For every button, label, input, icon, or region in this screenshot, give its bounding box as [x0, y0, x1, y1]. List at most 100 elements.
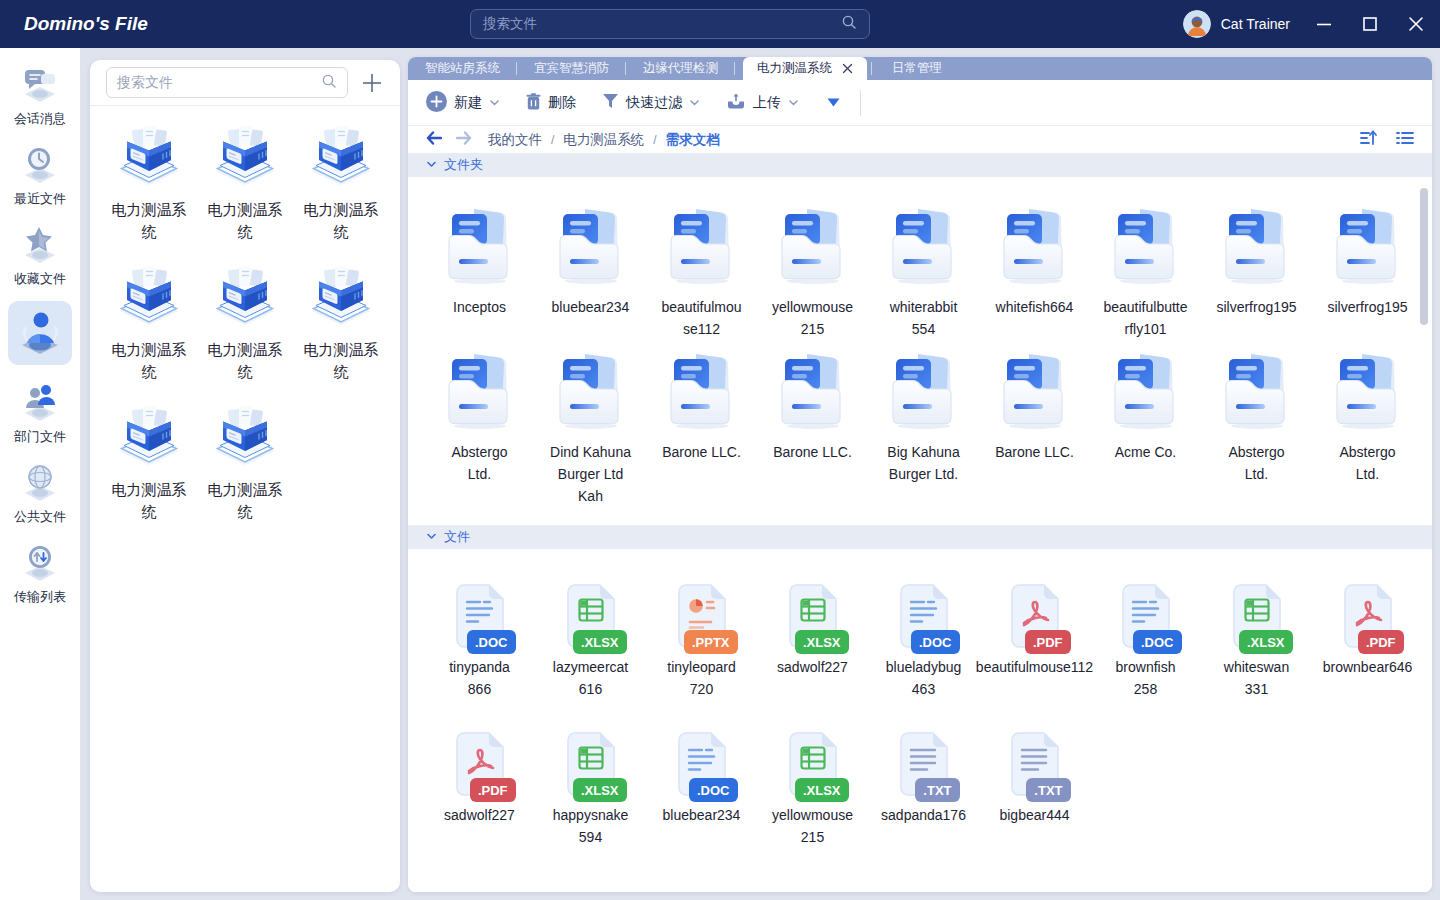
- add-button[interactable]: [360, 71, 384, 95]
- more-actions-caret[interactable]: [827, 98, 840, 107]
- file-icon: .TXT: [1008, 731, 1062, 797]
- file-name: sadpanda176: [881, 804, 966, 826]
- folder-item[interactable]: Barone LLC.: [979, 322, 1090, 525]
- forward-button[interactable]: [456, 131, 472, 149]
- tab[interactable]: 边缘代理检测: [626, 57, 735, 80]
- sidebar-item[interactable]: [0, 301, 80, 366]
- folders-section-header[interactable]: 文件夹: [408, 153, 1432, 177]
- sidebar-item[interactable]: 会话消息: [0, 61, 80, 128]
- back-button[interactable]: [426, 131, 442, 149]
- tab[interactable]: 电力测温系统: [743, 57, 867, 80]
- file-icon: .XLSX: [564, 731, 618, 797]
- folder-name: whitefish664: [996, 296, 1074, 318]
- quick-filter-button[interactable]: 快速过滤: [602, 93, 700, 112]
- tab-close-icon[interactable]: [842, 63, 853, 74]
- file-item[interactable]: .DOC blueladybug 463: [868, 549, 979, 697]
- panel-folder-item[interactable]: 电力测温系统: [197, 126, 293, 266]
- folder-item[interactable]: whiterabbit 554: [868, 177, 979, 322]
- folder-name: Dind Kahuna Burger Ltd Kah: [550, 441, 632, 507]
- filter-icon: [602, 93, 619, 112]
- folder-item[interactable]: beautifulmouse112: [646, 177, 757, 322]
- minimize-button[interactable]: [1316, 16, 1332, 32]
- folder-name: Abstergo Ltd.: [439, 441, 521, 485]
- panel-folder-item[interactable]: 电力测温系统: [101, 266, 197, 406]
- file-item[interactable]: .PPTX tinyleopard 720: [646, 549, 757, 697]
- sidebar-item-label: 部门文件: [14, 428, 66, 446]
- new-button[interactable]: 新建: [426, 91, 500, 115]
- folder-item[interactable]: Big Kahuna Burger Ltd.: [868, 322, 979, 525]
- file-item[interactable]: .DOC bluebear234: [646, 697, 757, 862]
- file-item[interactable]: .PDF beautifulmouse112: [979, 549, 1090, 697]
- folder-item[interactable]: whitefish664: [979, 177, 1090, 322]
- folder-item[interactable]: Barone LLC.: [757, 322, 868, 525]
- panel-folder-item[interactable]: 电力测温系统: [197, 266, 293, 406]
- file-icon: .PDF: [1008, 583, 1062, 649]
- panel-folder-name: 电力测温系统: [107, 339, 191, 383]
- tab[interactable]: 宜宾智慧消防: [517, 57, 626, 80]
- folder-item[interactable]: yellowmouse 215: [757, 177, 868, 322]
- folder-item[interactable]: Abstergo Ltd.: [1201, 322, 1312, 525]
- panel-search-input[interactable]: 搜索文件: [106, 67, 348, 98]
- app-title: Domino's File: [24, 13, 148, 35]
- panel-folder-item[interactable]: 电力测温系统: [293, 126, 389, 266]
- filebox-icon: [213, 126, 277, 190]
- folder-item[interactable]: silverfrog195: [1312, 177, 1423, 322]
- folder-item[interactable]: Abstergo Ltd.: [424, 322, 535, 525]
- sort-icon[interactable]: [1360, 130, 1378, 150]
- tab[interactable]: 智能站房系统: [408, 57, 517, 80]
- trash-icon: [526, 93, 541, 113]
- file-type-badge: .XLSX: [1239, 630, 1293, 654]
- folder-item[interactable]: Acme Co.: [1090, 322, 1201, 525]
- tab[interactable]: 日常管理: [875, 57, 959, 80]
- file-item[interactable]: .DOC tinypanda 866: [424, 549, 535, 697]
- list-view-icon[interactable]: [1396, 131, 1414, 149]
- sidebar-item[interactable]: 部门文件: [0, 379, 80, 446]
- scrollbar[interactable]: [1420, 188, 1428, 325]
- breadcrumb-item[interactable]: 我的文件: [488, 131, 542, 149]
- panel-folder-item[interactable]: 电力测温系统: [293, 266, 389, 406]
- file-item[interactable]: .XLSX whiteswan 331: [1201, 549, 1312, 697]
- panel-folder-item[interactable]: 电力测温系统: [101, 406, 197, 546]
- tab-label: 电力测温系统: [757, 60, 832, 77]
- tab-label: 日常管理: [892, 60, 942, 77]
- breadcrumb-item[interactable]: 电力测温系统: [563, 131, 644, 149]
- files-grid: .DOC tinypanda 866 .XLSX: [408, 549, 1432, 862]
- maximize-button[interactable]: [1362, 16, 1378, 32]
- titlebar: Domino's File 搜索文件 Cat Trainer: [0, 0, 1440, 48]
- files-section-header[interactable]: 文件: [408, 525, 1432, 549]
- delete-button[interactable]: 删除: [526, 93, 576, 113]
- user-block: Cat Trainer: [1183, 0, 1290, 48]
- folder-item[interactable]: silverfrog195: [1201, 177, 1312, 322]
- sidebar-item[interactable]: 公共文件: [0, 459, 80, 526]
- file-item[interactable]: .DOC brownfish 258: [1090, 549, 1201, 697]
- folder-item[interactable]: Barone LLC.: [646, 322, 757, 525]
- file-item[interactable]: .XLSX yellowmouse 215: [757, 697, 868, 862]
- sidebar-item[interactable]: 最近文件: [0, 141, 80, 208]
- upload-button[interactable]: 上传: [726, 92, 799, 113]
- file-item[interactable]: .TXT sadpanda176: [868, 697, 979, 862]
- folder-item[interactable]: Abstergo Ltd.: [1312, 322, 1423, 525]
- folder-item[interactable]: beautifulbutterfly101: [1090, 177, 1201, 322]
- panel-folder-item[interactable]: 电力测温系统: [101, 126, 197, 266]
- file-item[interactable]: .XLSX sadwolf227: [757, 549, 868, 697]
- folder-item[interactable]: Dind Kahuna Burger Ltd Kah: [535, 322, 646, 525]
- titlebar-search-input[interactable]: 搜索文件: [470, 9, 870, 39]
- avatar[interactable]: [1183, 10, 1211, 38]
- panel-folder-item[interactable]: 电力测温系统: [197, 406, 293, 546]
- file-type-badge: .DOC: [1133, 630, 1182, 654]
- folder-item[interactable]: bluebear234: [535, 177, 646, 322]
- file-item[interactable]: .PDF sadwolf227: [424, 697, 535, 862]
- sidebar-item[interactable]: 传输列表: [0, 539, 80, 606]
- file-browser-content: 文件夹 Inceptos: [408, 153, 1432, 892]
- file-icon: .PDF: [453, 731, 507, 797]
- file-icon: .XLSX: [1230, 583, 1284, 649]
- file-item[interactable]: .XLSX happysnake 594: [535, 697, 646, 862]
- breadcrumb-item[interactable]: 需求文档: [666, 131, 720, 149]
- folder-item[interactable]: Inceptos: [424, 177, 535, 322]
- folder-name: Barone LLC.: [773, 441, 852, 463]
- sidebar-item[interactable]: 收藏文件: [0, 221, 80, 288]
- file-item[interactable]: .PDF brownbear646: [1312, 549, 1423, 697]
- file-item[interactable]: .XLSX lazymeercat 616: [535, 549, 646, 697]
- file-item[interactable]: .TXT bigbear444: [979, 697, 1090, 862]
- close-button[interactable]: [1408, 16, 1424, 32]
